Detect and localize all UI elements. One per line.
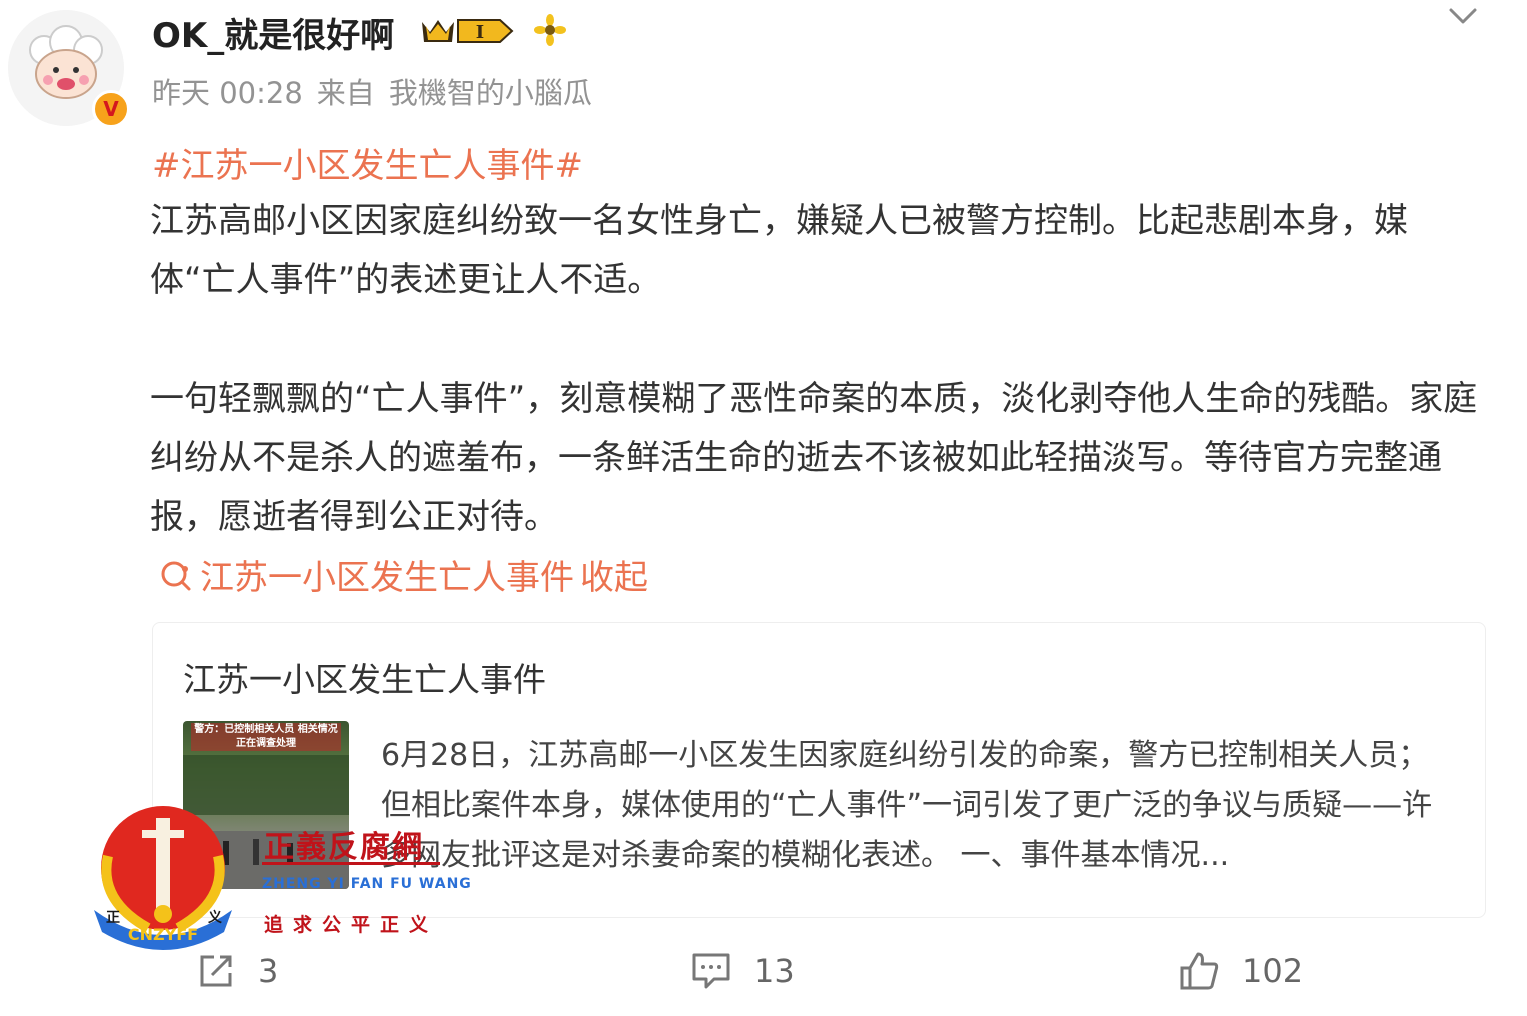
like-count: 102 [1242,952,1304,990]
verified-badge: V [92,90,130,128]
watermark-pinyin: ZHENG YI FAN FU WANG [262,876,472,892]
hashtag-link[interactable]: #江苏一小区发生亡人事件# [152,138,583,187]
post-meta: 昨天 00:28 来自 我機智的小腦瓜 [152,70,592,112]
watermark-divider [262,862,440,865]
card-description: 6月28日，江苏高邮一小区发生因家庭纠纷引发的命案，警方已控制相关人员；但相比案… [381,738,1433,873]
crown-level-icon: I [422,19,514,43]
post-time[interactable]: 昨天 00:28 [152,76,303,110]
watermark-name: 正義反腐網 [264,830,424,865]
emblem-left-char: 正 [106,910,120,926]
chevron-down-icon[interactable] [1448,6,1478,26]
username[interactable]: OK_就是很好啊 [152,8,394,57]
post-source: 我機智的小腦瓜 [388,76,592,110]
comment-count: 13 [754,952,795,990]
like-button[interactable]: 102 [1178,946,1303,996]
share-count: 3 [258,952,279,990]
share-icon [200,955,232,987]
card-title[interactable]: 江苏一小区发生亡人事件 [183,653,546,701]
watermark-slogan: 追求公平正义 [264,914,439,936]
topic-search-icon [161,561,191,590]
emblem-right-char: 义 [208,909,222,926]
collapse-link[interactable]: 收起 [580,550,648,599]
level-badge-text: I [476,22,484,43]
comment-icon [692,953,730,989]
emblem-text: CNZYFF [128,925,198,944]
post-paragraph-1: 江苏高邮小区因家庭纠纷致一名女性身亡，嫌疑人已被警方控制。比起悲剧本身，媒体“亡… [150,201,1408,300]
topic-link[interactable]: 江苏一小区发生亡人事件 [200,550,574,599]
watermark-logo: CNZYFF 正 义 正義反腐網 ZHENG YI FAN FU WANG 追求… [88,800,471,950]
comment-button[interactable]: 13 [690,946,795,996]
flower-icon [534,14,566,46]
like-icon [1180,952,1219,990]
source-prefix: 来自 [316,76,375,110]
emblem-icon: CNZYFF 正 义 [94,806,232,950]
share-button[interactable]: 3 [196,946,278,996]
post-paragraph-2: 一句轻飘飘的“亡人事件”，刻意模糊了恶性命案的本质，淡化剥夺他人生命的残酷。家庭… [150,379,1478,537]
topic-row: 江苏一小区发生亡人事件 收起 [158,550,648,599]
